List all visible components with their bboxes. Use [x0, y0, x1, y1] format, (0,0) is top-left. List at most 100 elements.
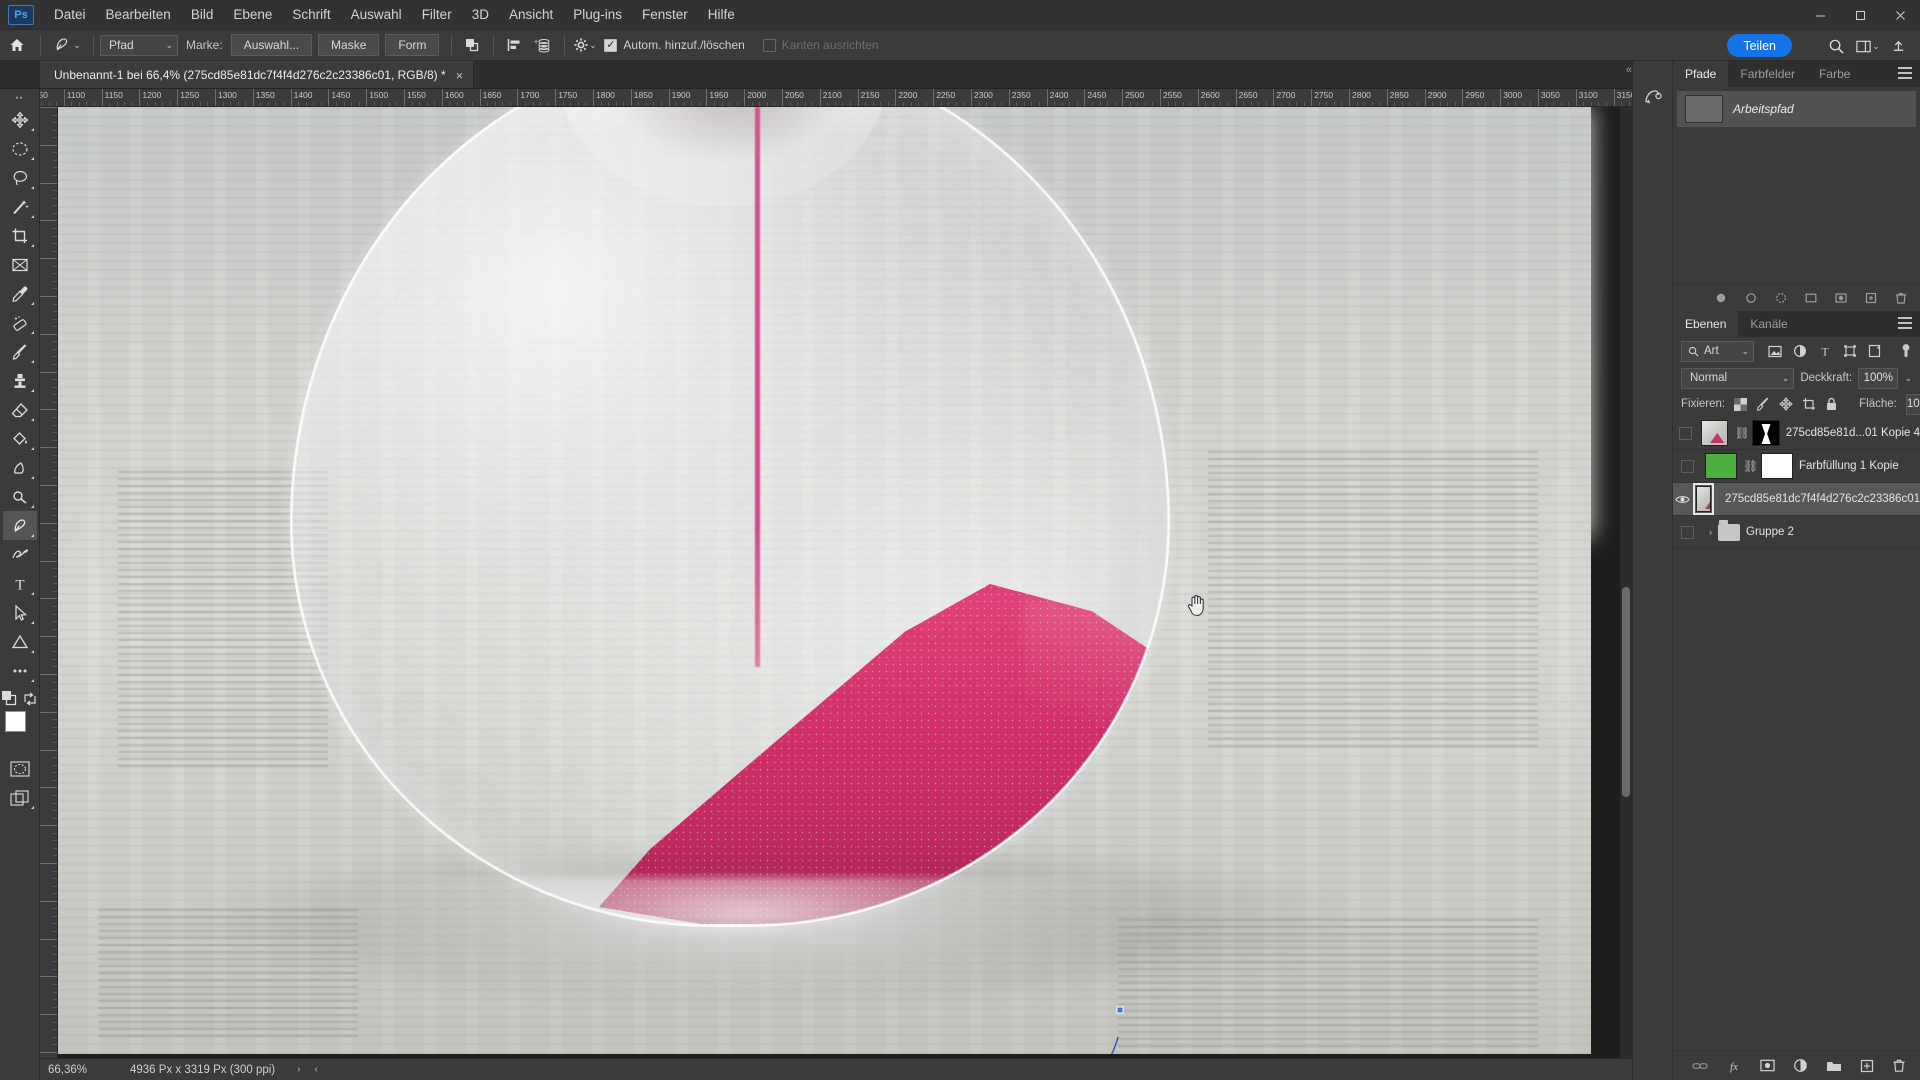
close-icon[interactable]	[1880, 0, 1920, 30]
lock-position-icon[interactable]	[1779, 397, 1793, 411]
layer-name[interactable]: 275cd85e81dc7f4f4d276c2c23386c01	[1725, 493, 1920, 505]
filter-power-toggle[interactable]	[1900, 343, 1912, 359]
menu-auswahl[interactable]: Auswahl	[341, 3, 412, 26]
zoom-level[interactable]: 66,36%	[40, 1064, 112, 1076]
adjustment-layer-icon[interactable]	[1793, 1058, 1808, 1073]
make-mask-button[interactable]: Maske	[318, 34, 380, 56]
pixel-filter-icon[interactable]	[1768, 345, 1782, 358]
crop-tool[interactable]	[3, 221, 37, 250]
lock-all-icon[interactable]	[1825, 397, 1838, 411]
layer-style-fx-icon[interactable]: fx	[1726, 1059, 1742, 1073]
pen-tool-icon[interactable]: ⌄	[47, 30, 87, 60]
layer-visibility-toggle[interactable]	[1675, 426, 1695, 440]
path-operations-icon[interactable]	[458, 33, 485, 57]
foreground-color-swatch[interactable]	[4, 711, 26, 732]
menu-datei[interactable]: Datei	[44, 3, 96, 26]
document-image[interactable]	[58, 107, 1591, 1054]
menu-plugins[interactable]: Plug-ins	[563, 3, 632, 26]
tab-farbe[interactable]: Farbe	[1807, 61, 1863, 87]
fill-value[interactable]: 100%	[1905, 393, 1920, 415]
layer-visibility-toggle[interactable]	[1675, 494, 1690, 505]
new-path-icon[interactable]	[1864, 291, 1878, 305]
cloud-documents-icon[interactable]	[1885, 33, 1912, 59]
layer-visibility-toggle[interactable]	[1675, 525, 1699, 539]
layer-name[interactable]: Gruppe 2	[1746, 526, 1794, 538]
type-filter-icon[interactable]: T	[1818, 344, 1832, 359]
lock-artboard-icon[interactable]	[1802, 397, 1816, 411]
panel-menu-icon[interactable]	[1898, 67, 1912, 79]
canvas-area[interactable]: 1050110011501200125013001350140014501500…	[40, 89, 1632, 1058]
status-nav-left[interactable]: ‹	[314, 1064, 317, 1075]
tab-farbfelder[interactable]: Farbfelder	[1728, 61, 1808, 87]
menu-ansicht[interactable]: Ansicht	[499, 3, 563, 26]
minimize-icon[interactable]	[1800, 0, 1840, 30]
scrollbar-thumb[interactable]	[1622, 587, 1630, 797]
path-alignment-icon[interactable]	[500, 33, 527, 57]
menu-filter[interactable]: Filter	[412, 3, 462, 26]
healing-brush-tool[interactable]	[3, 308, 37, 337]
default-colors-icon[interactable]	[2, 691, 17, 706]
menu-fenster[interactable]: Fenster	[632, 3, 698, 26]
workspace-icon[interactable]: ⌄	[1854, 33, 1881, 59]
history-brush-panel-icon[interactable]	[1633, 79, 1673, 115]
path-mode-select[interactable]: Pfad ⌄	[100, 34, 178, 56]
menu-schrift[interactable]: Schrift	[282, 3, 340, 26]
canvas-vertical-scrollbar[interactable]	[1620, 107, 1632, 1058]
brush-tool[interactable]	[3, 337, 37, 366]
chevron-down-icon[interactable]: ⌄	[73, 40, 81, 51]
menu-bearbeiten[interactable]: Bearbeiten	[96, 3, 181, 26]
opacity-value[interactable]: 100%	[1858, 367, 1899, 389]
make-work-path-icon[interactable]	[1804, 291, 1818, 305]
layer-thumbnail[interactable]	[1701, 420, 1729, 446]
color-swatches[interactable]	[3, 710, 37, 744]
new-layer-icon[interactable]	[1860, 1059, 1874, 1073]
type-tool[interactable]: T	[3, 569, 37, 598]
move-tool[interactable]	[3, 105, 37, 134]
share-button[interactable]: Teilen	[1727, 34, 1792, 57]
blend-mode-select[interactable]: Normal ⌄	[1681, 367, 1795, 389]
delete-layer-icon[interactable]	[1892, 1058, 1906, 1073]
document-dimensions[interactable]: 4936 Px x 3319 Px (300 ppi)	[130, 1064, 275, 1076]
tab-ebenen[interactable]: Ebenen	[1673, 311, 1739, 337]
marquee-tool[interactable]	[3, 134, 37, 163]
link-layers-icon[interactable]	[1692, 1060, 1708, 1072]
table-row[interactable]: ⛓ 275cd85e81d...01 Kopie 4	[1673, 417, 1920, 450]
smartobject-filter-icon[interactable]	[1868, 344, 1881, 358]
blur-tool[interactable]	[3, 453, 37, 482]
layer-name[interactable]: 275cd85e81d...01 Kopie 4	[1786, 427, 1920, 439]
maximize-icon[interactable]	[1840, 0, 1880, 30]
home-icon[interactable]	[0, 30, 34, 60]
menu-bild[interactable]: Bild	[181, 3, 224, 26]
chevron-down-icon[interactable]: ⌄	[1904, 373, 1912, 384]
dodge-tool[interactable]	[3, 482, 37, 511]
adjustment-filter-icon[interactable]	[1793, 344, 1807, 358]
path-selection-tool[interactable]	[3, 598, 37, 627]
document-tab[interactable]: Unbenannt-1 bei 66,4% (275cd85e81dc7f4f4…	[40, 61, 475, 88]
panel-menu-icon[interactable]	[1898, 317, 1912, 329]
tab-pfade[interactable]: Pfade	[1673, 61, 1729, 87]
link-icon[interactable]: ⛓	[1734, 426, 1749, 440]
load-selection-icon[interactable]	[1774, 291, 1788, 305]
canvas-viewport[interactable]	[58, 107, 1620, 1058]
new-group-icon[interactable]	[1826, 1059, 1842, 1072]
horizontal-ruler[interactable]: 1050110011501200125013001350140014501500…	[40, 89, 1632, 107]
auto-add-delete-checkbox[interactable]: ✓ Autom. hinzuf./löschen	[604, 38, 745, 52]
layer-mask-thumbnail[interactable]	[1752, 420, 1780, 446]
more-tools[interactable]	[3, 656, 37, 685]
menu-ebene[interactable]: Ebene	[223, 3, 282, 26]
link-icon[interactable]: ⛓	[1743, 459, 1758, 473]
path-row[interactable]: Arbeitspfad	[1677, 91, 1916, 127]
chevron-right-icon[interactable]: ›	[1709, 527, 1712, 537]
shape-filter-icon[interactable]	[1843, 344, 1857, 358]
eraser-tool[interactable]	[3, 395, 37, 424]
add-mask-icon[interactable]	[1760, 1059, 1775, 1072]
swap-colors-icon[interactable]	[23, 692, 37, 706]
table-row[interactable]: › Gruppe 2	[1673, 516, 1920, 549]
layer-mask-thumbnail[interactable]	[1761, 453, 1793, 479]
layer-thumbnail[interactable]	[1693, 483, 1714, 515]
shape-tool[interactable]	[3, 627, 37, 656]
quick-mask-icon[interactable]	[3, 754, 37, 783]
search-icon[interactable]	[1823, 33, 1850, 59]
table-row[interactable]: 275cd85e81dc7f4f4d276c2c23386c01	[1673, 483, 1920, 516]
layer-name[interactable]: Farbfüllung 1 Kopie	[1799, 460, 1899, 472]
